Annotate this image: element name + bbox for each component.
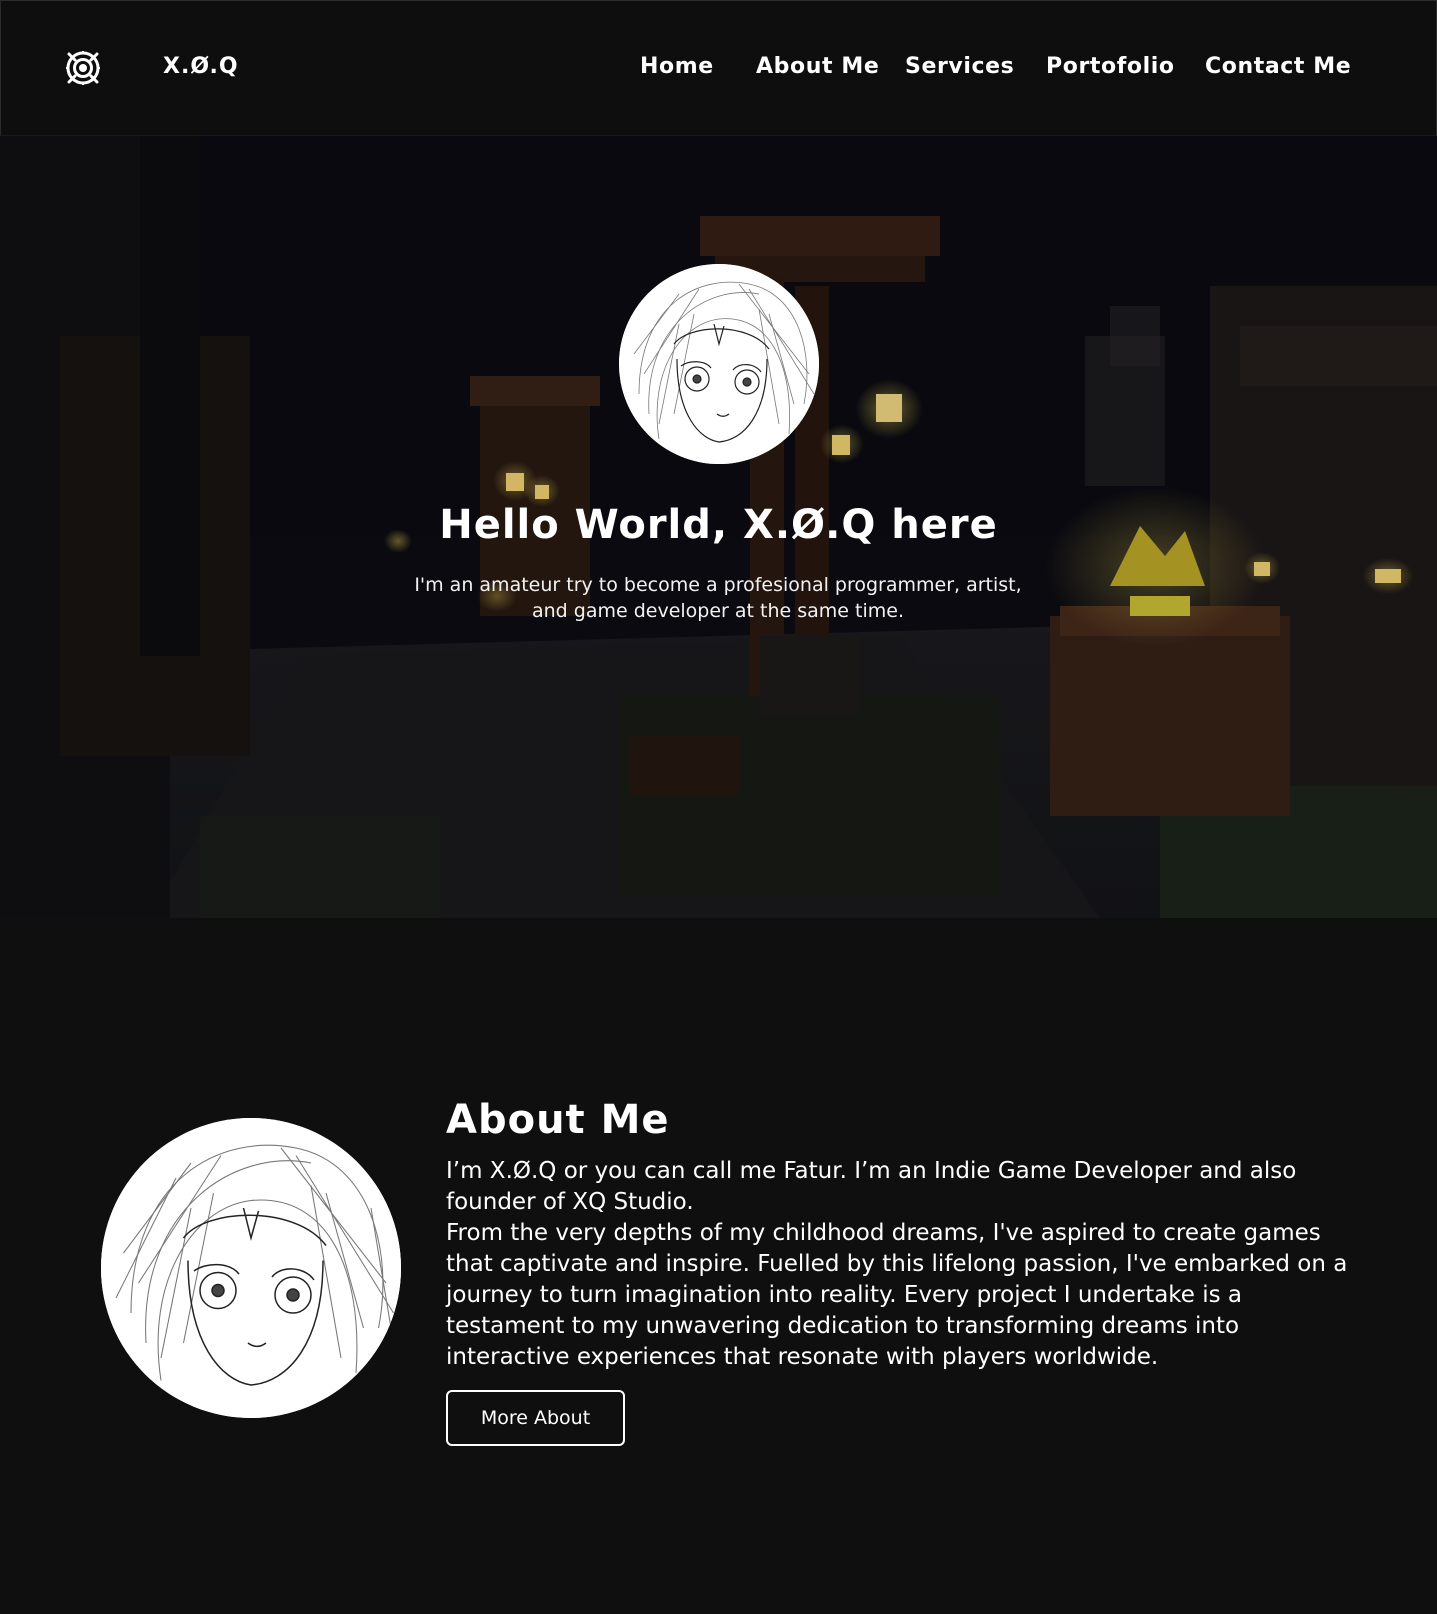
about-avatar-image [101, 1118, 401, 1418]
main-nav: Home About Me Services Portofolio Contac… [1, 51, 1437, 83]
hero-section: Hello World, X.Ø.Q here I'm an amateur t… [0, 136, 1437, 918]
nav-services-link[interactable]: Services [905, 51, 1014, 83]
nav-home-link[interactable]: Home [640, 51, 714, 83]
anime-girl-sketch-icon [619, 264, 819, 464]
about-paragraph-story: From the very depths of my childhood dre… [446, 1220, 1348, 1370]
hero-avatar-image [619, 264, 819, 464]
about-text: I’m X.Ø.Q or you can call me Fatur. I’m … [446, 1156, 1366, 1373]
about-title: About Me [446, 1097, 670, 1143]
nav-contact-me-link[interactable]: Contact Me [1205, 51, 1351, 83]
hero-title: Hello World, X.Ø.Q here [439, 502, 998, 548]
about-section: About Me I’m X.Ø.Q or you can call me Fa… [0, 918, 1437, 1614]
hero-subtitle: I'm an amateur try to become a profesion… [414, 574, 1022, 622]
site-header: X.Ø.Q Home About Me Services Portofolio … [0, 0, 1437, 136]
more-about-button[interactable]: More About [446, 1390, 625, 1446]
nav-portofolio-link[interactable]: Portofolio [1046, 51, 1175, 83]
nav-about-me-link[interactable]: About Me [756, 51, 879, 83]
anime-girl-sketch-icon [101, 1118, 401, 1418]
about-paragraph-intro: I’m X.Ø.Q or you can call me Fatur. I’m … [446, 1158, 1297, 1215]
